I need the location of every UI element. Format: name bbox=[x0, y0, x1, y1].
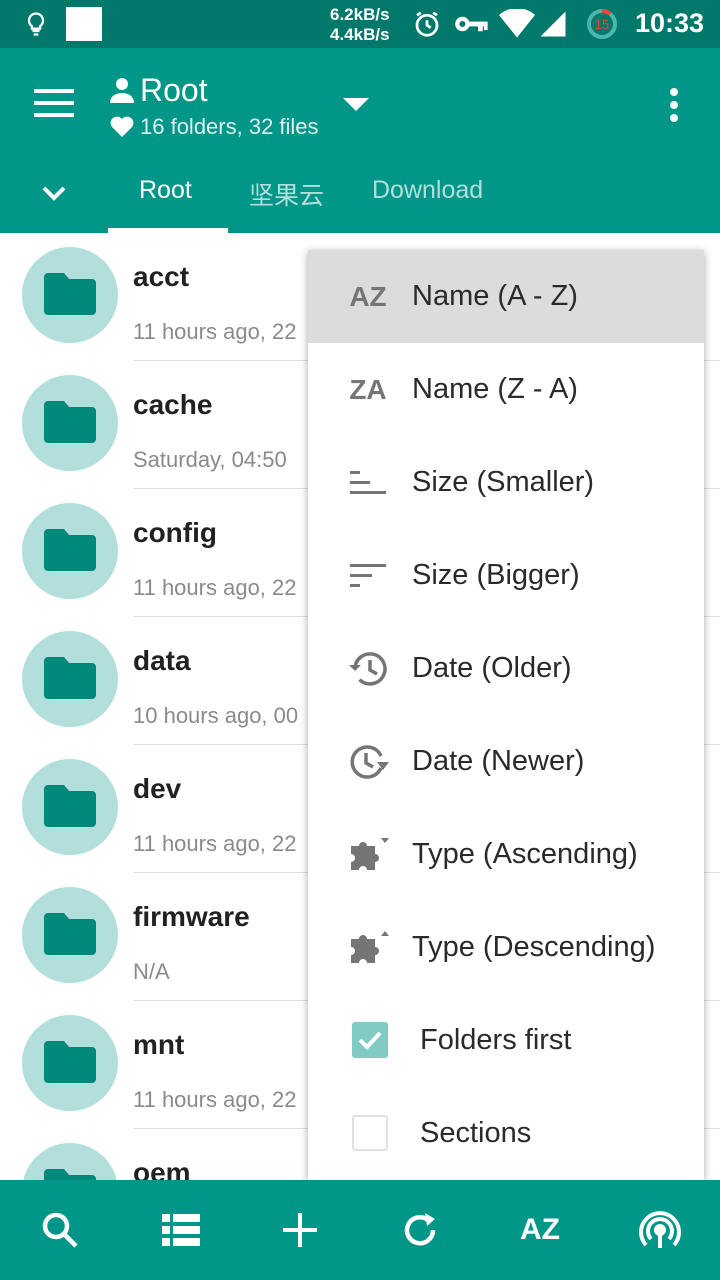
folder-avatar bbox=[22, 247, 118, 343]
hamburger-menu-icon[interactable] bbox=[26, 84, 82, 124]
menu-item-label: Size (Bigger) bbox=[412, 559, 580, 591]
file-meta: N/A bbox=[133, 959, 170, 984]
refresh-icon[interactable] bbox=[400, 1210, 440, 1250]
sort-date-newer[interactable]: Date (Newer) bbox=[308, 715, 704, 808]
bulb-icon bbox=[27, 12, 45, 36]
add-icon[interactable] bbox=[280, 1210, 320, 1250]
speed-down: 4.4kB/s bbox=[330, 25, 390, 44]
sort-type-asc[interactable]: Type (Ascending) bbox=[308, 808, 704, 901]
file-meta: 10 hours ago, 00 bbox=[133, 703, 299, 728]
folder-avatar bbox=[22, 759, 118, 855]
file-meta: 11 hours ago, 22 bbox=[133, 1087, 297, 1112]
search-icon[interactable] bbox=[40, 1210, 80, 1250]
folder-avatar bbox=[22, 1015, 118, 1111]
tab-jianguoyun[interactable]: 坚果云 bbox=[249, 176, 324, 233]
clock: 10:33 bbox=[634, 8, 704, 38]
file-meta: 11 hours ago, 22 bbox=[133, 575, 297, 600]
dropdown-arrow-icon[interactable] bbox=[343, 98, 369, 111]
person-icon bbox=[110, 78, 134, 103]
sort-size-smaller[interactable]: Size (Smaller) bbox=[308, 436, 704, 529]
folder-icon bbox=[44, 913, 96, 955]
file-meta: 11 hours ago, 22 bbox=[133, 319, 297, 344]
sort-name-desc[interactable]: ZA Name (Z - A) bbox=[308, 343, 704, 436]
list-view-icon[interactable] bbox=[161, 1210, 201, 1250]
folder-avatar bbox=[22, 1143, 118, 1180]
vpn-key-icon bbox=[455, 16, 488, 32]
folder-icon bbox=[44, 1169, 96, 1180]
battery-icon: 15 bbox=[586, 8, 618, 40]
folder-icon bbox=[44, 785, 96, 827]
overflow-menu-icon[interactable] bbox=[668, 88, 680, 124]
folder-avatar bbox=[22, 887, 118, 983]
folder-icon bbox=[44, 529, 96, 571]
svg-text:15: 15 bbox=[595, 17, 609, 32]
menu-item-label: Size (Smaller) bbox=[412, 466, 595, 498]
cell-signal-icon bbox=[540, 11, 566, 37]
file-name: acct bbox=[133, 261, 190, 292]
location-selector[interactable]: Root 16 folders, 32 files bbox=[110, 70, 319, 140]
page-title: Root bbox=[140, 71, 208, 108]
sort-size-bigger[interactable]: Size (Bigger) bbox=[308, 529, 704, 622]
broadcast-icon[interactable] bbox=[638, 1210, 682, 1250]
folder-icon bbox=[44, 1041, 96, 1083]
file-name: config bbox=[133, 517, 217, 548]
menu-item-label: Date (Newer) bbox=[412, 745, 585, 777]
sort-date-older[interactable]: Date (Older) bbox=[308, 622, 704, 715]
folder-icon bbox=[44, 401, 96, 443]
folder-avatar bbox=[22, 375, 118, 471]
file-name: mnt bbox=[133, 1029, 185, 1060]
alarm-icon bbox=[415, 11, 439, 37]
za-icon: ZA bbox=[349, 374, 387, 405]
file-name: cache bbox=[133, 389, 213, 420]
menu-item-label: Type (Descending) bbox=[412, 931, 656, 963]
puzzle-down-icon bbox=[346, 835, 390, 875]
checkbox-unchecked-icon[interactable] bbox=[352, 1115, 388, 1151]
menu-item-label: Name (Z - A) bbox=[412, 373, 578, 405]
file-meta: 11 hours ago, 22 bbox=[133, 831, 297, 856]
sections-option[interactable]: Sections bbox=[308, 1087, 704, 1180]
menu-item-label: Date (Older) bbox=[412, 652, 572, 684]
app-bar: Root 16 folders, 32 files Root 坚果云 Downl… bbox=[0, 48, 720, 233]
file-name: firmware bbox=[133, 901, 250, 932]
chevron-down-icon[interactable] bbox=[40, 183, 68, 203]
heart-icon bbox=[110, 116, 134, 137]
file-name: data bbox=[133, 645, 191, 676]
puzzle-up-icon bbox=[346, 928, 390, 968]
file-name: dev bbox=[133, 773, 182, 804]
folder-icon bbox=[44, 273, 96, 315]
file-name: oem bbox=[133, 1157, 191, 1180]
update-icon bbox=[346, 742, 390, 782]
sort-ascending-bars-icon bbox=[346, 463, 390, 503]
tab-download[interactable]: Download bbox=[372, 176, 483, 233]
network-speed: 6.2kB/s 4.4kB/s bbox=[330, 5, 390, 45]
bottom-toolbar: AZ bbox=[0, 1180, 720, 1280]
tab-root[interactable]: Root bbox=[139, 176, 192, 233]
folders-first-option[interactable]: Folders first bbox=[308, 994, 704, 1087]
history-icon bbox=[346, 649, 390, 689]
file-meta: Saturday, 04:50 bbox=[133, 447, 287, 472]
sort-az-icon[interactable]: AZ bbox=[510, 1210, 570, 1250]
folder-avatar bbox=[22, 503, 118, 599]
menu-item-label: Sections bbox=[420, 1117, 532, 1149]
checkbox-checked-icon[interactable] bbox=[352, 1022, 388, 1058]
folder-file-count: 16 folders, 32 files bbox=[140, 114, 319, 139]
sort-descending-bars-icon bbox=[346, 556, 390, 596]
menu-item-label: Folders first bbox=[420, 1024, 572, 1056]
az-icon: AZ bbox=[349, 281, 387, 312]
sort-name-asc[interactable]: AZ Name (A - Z) bbox=[308, 250, 704, 343]
wifi-icon bbox=[499, 9, 535, 38]
folder-icon bbox=[44, 657, 96, 699]
sort-menu: AZ Name (A - Z) ZA Name (Z - A) Size (Sm… bbox=[308, 250, 704, 1180]
menu-item-label: Name (A - Z) bbox=[412, 280, 578, 312]
status-bar: 6.2kB/s 4.4kB/s 15 10:33 bbox=[0, 0, 720, 48]
menu-item-label: Type (Ascending) bbox=[412, 838, 638, 870]
notification-square-icon bbox=[66, 7, 102, 41]
speed-up: 6.2kB/s bbox=[330, 5, 390, 24]
sort-type-desc[interactable]: Type (Descending) bbox=[308, 901, 704, 994]
folder-avatar bbox=[22, 631, 118, 727]
